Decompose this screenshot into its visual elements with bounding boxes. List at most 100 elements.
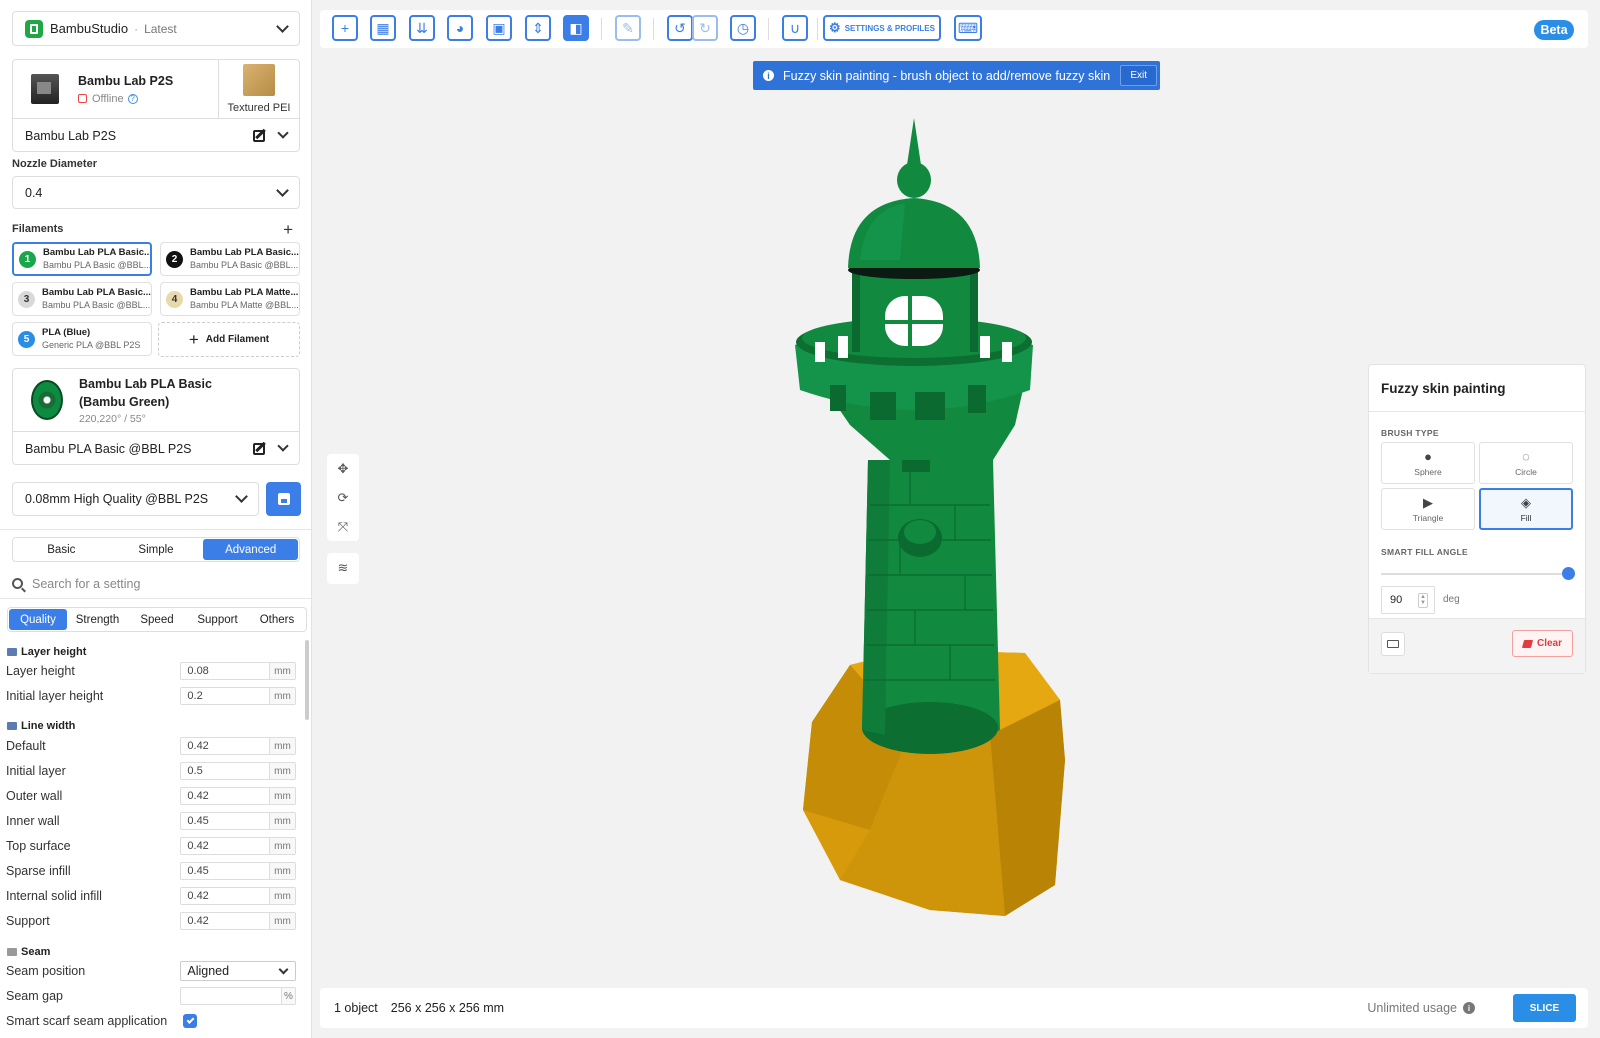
filament-preset-select[interactable]: Bambu PLA Basic @BBL P2S bbox=[13, 432, 299, 465]
divider bbox=[0, 529, 311, 530]
printer-preset-value: Bambu Lab P2S bbox=[25, 128, 117, 143]
smart-fill-angle-slider[interactable] bbox=[1381, 567, 1575, 580]
add-object-button[interactable]: + bbox=[332, 15, 358, 41]
lighthouse-model[interactable] bbox=[790, 110, 1080, 920]
nozzle-select[interactable]: 0.4 bbox=[12, 176, 300, 209]
tab-quality[interactable]: Quality bbox=[9, 609, 67, 630]
layers-icon[interactable]: ≋ bbox=[327, 553, 359, 582]
scarf-seam-checkbox[interactable] bbox=[183, 1014, 197, 1028]
filament-slot-5[interactable]: 5 PLA (Blue) Generic PLA @BBL P2S bbox=[12, 322, 152, 356]
edit-icon[interactable] bbox=[253, 442, 265, 455]
offline-icon bbox=[78, 94, 87, 103]
cut-button[interactable]: ⇕ bbox=[525, 15, 551, 41]
plus-icon: + bbox=[340, 20, 350, 36]
brush-triangle-button[interactable]: ▶ Triangle bbox=[1381, 488, 1475, 530]
paint-mode-banner: i Fuzzy skin painting - brush object to … bbox=[753, 61, 1160, 90]
snap-button[interactable]: ∪ bbox=[782, 15, 808, 41]
line-width-input[interactable]: 0.45 mm bbox=[180, 862, 296, 880]
add-filament-button[interactable]: + Add Filament bbox=[158, 322, 300, 357]
angle-input[interactable]: 90 ▲ ▼ bbox=[1381, 586, 1435, 614]
settings-profiles-button[interactable]: ⚙ SETTINGS & PROFILES bbox=[823, 15, 941, 41]
setting-row: Outer wall 0.42 mm bbox=[6, 786, 296, 806]
info-icon[interactable]: i bbox=[1463, 1002, 1475, 1014]
seam-position-select[interactable]: Aligned bbox=[180, 961, 296, 981]
filament-slot-1[interactable]: 1 Bambu Lab PLA Basic... Bambu PLA Basic … bbox=[12, 242, 152, 276]
fuzzy-skin-button[interactable]: ◧ bbox=[563, 15, 589, 41]
filament-slot-2[interactable]: 2 Bambu Lab PLA Basic... Bambu PLA Basic … bbox=[160, 242, 300, 276]
gear-icon: ⚙ bbox=[829, 20, 841, 35]
setting-label: Seam gap bbox=[6, 989, 63, 1003]
keyboard-help-button[interactable] bbox=[1381, 632, 1405, 656]
brush-circle-button[interactable]: ◌ Circle bbox=[1479, 442, 1573, 484]
line-width-input[interactable]: 0.5 mm bbox=[180, 762, 296, 780]
redo-button[interactable]: ↻ bbox=[692, 15, 718, 41]
mode-basic[interactable]: Basic bbox=[14, 539, 109, 560]
spinner-arrows-icon[interactable]: ▲ ▼ bbox=[1418, 592, 1428, 608]
undo-button[interactable]: ↺ bbox=[667, 15, 693, 41]
filament-title: PLA (Blue) bbox=[42, 327, 91, 338]
process-preset-select[interactable]: 0.08mm High Quality @BBL P2S bbox=[12, 482, 259, 516]
setting-row: Smart scarf seam application bbox=[6, 1011, 296, 1031]
mode-advanced[interactable]: Advanced bbox=[203, 539, 299, 560]
move-tool-icon[interactable]: ✥ bbox=[327, 454, 359, 483]
line-width-input[interactable]: 0.42 mm bbox=[180, 787, 296, 805]
build-plate-selector[interactable]: Textured PEI bbox=[219, 60, 299, 118]
history-button[interactable]: ◷ bbox=[730, 15, 756, 41]
line-width-input[interactable]: 0.42 mm bbox=[180, 837, 296, 855]
line-width-input[interactable]: 0.42 mm bbox=[180, 912, 296, 930]
section-seam: Seam bbox=[7, 946, 50, 958]
layer-height-icon bbox=[7, 648, 17, 656]
add-filament-plus-icon[interactable]: + bbox=[283, 221, 293, 238]
rotate-tool-icon[interactable]: ⟳ bbox=[327, 483, 359, 512]
layer-height-input[interactable]: 0.08 mm bbox=[180, 662, 296, 680]
seam-gap-input[interactable]: % bbox=[180, 987, 296, 1005]
mode-switch: Basic Simple Advanced bbox=[12, 537, 300, 562]
keyboard-shortcuts-button[interactable]: ⌨ bbox=[954, 15, 982, 41]
clear-button[interactable]: Clear bbox=[1512, 630, 1573, 657]
brush-label: Triangle bbox=[1412, 512, 1444, 523]
setting-label: Outer wall bbox=[6, 789, 63, 803]
line-width-input[interactable]: 0.42 mm bbox=[180, 887, 296, 905]
setting-unit: mm bbox=[269, 838, 295, 854]
status-bar: 1 object 256 x 256 x 256 mm Unlimited us… bbox=[320, 988, 1588, 1028]
arrange-button[interactable]: ▦ bbox=[370, 15, 396, 41]
chevron-down-icon bbox=[276, 183, 289, 197]
initial-layer-height-input[interactable]: 0.2 mm bbox=[180, 687, 296, 705]
line-width-input[interactable]: 0.45 mm bbox=[180, 812, 296, 830]
setting-row: Seam position Aligned bbox=[6, 961, 296, 981]
settings-profiles-label: SETTINGS & PROFILES bbox=[844, 23, 935, 33]
edit-icon[interactable] bbox=[253, 129, 265, 142]
slider-handle[interactable] bbox=[1562, 567, 1575, 580]
slice-button[interactable]: SLICE bbox=[1513, 994, 1576, 1022]
tab-strength[interactable]: Strength bbox=[67, 609, 128, 630]
lay-on-face-button[interactable]: ⇊ bbox=[409, 15, 435, 41]
tab-others[interactable]: Others bbox=[249, 609, 305, 630]
filament-slot-3[interactable]: 3 Bambu Lab PLA Basic... Bambu PLA Basic … bbox=[12, 282, 152, 316]
filament-slot-4[interactable]: 4 Bambu Lab PLA Matte... Bambu PLA Matte … bbox=[160, 282, 300, 316]
wand-icon: ✎ bbox=[622, 19, 634, 36]
mode-simple[interactable]: Simple bbox=[109, 539, 204, 560]
printer-preset-select[interactable]: Bambu Lab P2S bbox=[13, 119, 299, 152]
save-icon bbox=[277, 493, 290, 505]
setting-label: Internal solid infill bbox=[6, 889, 102, 903]
magic-wand-button[interactable]: ✎ bbox=[615, 15, 641, 41]
scale-tool-icon[interactable]: ⤧ bbox=[327, 512, 359, 541]
app-version-selector[interactable]: BambuStudio · Latest bbox=[12, 11, 300, 46]
line-width-input[interactable]: 0.42 mm bbox=[180, 737, 296, 755]
settings-search[interactable]: Search for a setting bbox=[0, 569, 311, 599]
plate-button[interactable]: ▣ bbox=[486, 15, 512, 41]
paint-button[interactable]: ◕ bbox=[447, 15, 473, 41]
brush-sphere-button[interactable]: ● Sphere bbox=[1381, 442, 1475, 484]
filament-subtitle: Bambu PLA Basic @BBL... bbox=[43, 260, 150, 270]
settings-scrollbar[interactable] bbox=[305, 640, 309, 720]
filament-title: Bambu Lab PLA Basic... bbox=[42, 287, 151, 298]
help-icon[interactable]: ? bbox=[127, 93, 138, 104]
brush-fill-button[interactable]: ◈ Fill bbox=[1479, 488, 1573, 530]
save-preset-button[interactable] bbox=[266, 482, 301, 516]
printer-info[interactable]: Bambu Lab P2S Offline ? bbox=[13, 60, 219, 118]
tab-speed[interactable]: Speed bbox=[128, 609, 186, 630]
process-preset-value: 0.08mm High Quality @BBL P2S bbox=[25, 492, 209, 506]
tab-support[interactable]: Support bbox=[186, 609, 249, 630]
plate-icon: ▣ bbox=[492, 19, 506, 36]
exit-button[interactable]: Exit bbox=[1120, 65, 1158, 86]
